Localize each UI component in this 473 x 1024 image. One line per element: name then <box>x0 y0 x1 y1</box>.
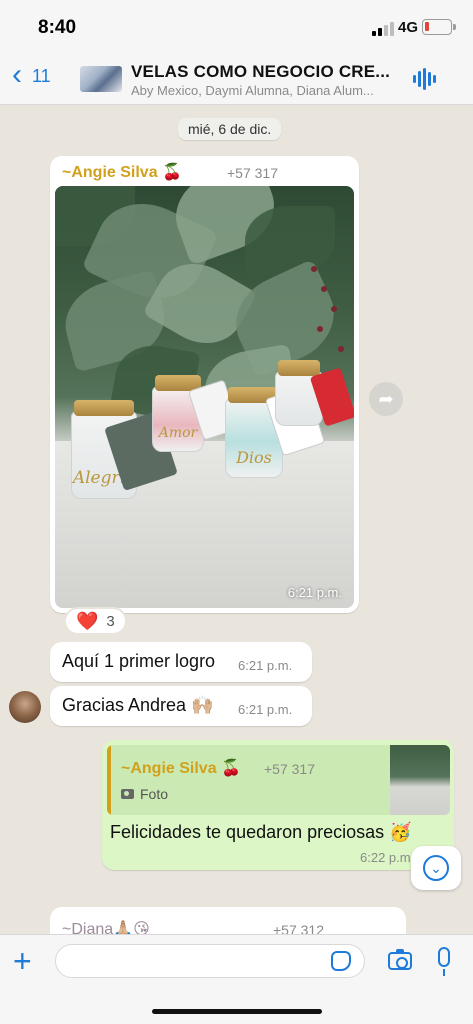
signal-icon <box>372 22 394 36</box>
back-button[interactable]: ‹ 11 <box>12 60 51 90</box>
home-indicator <box>152 1009 322 1014</box>
forward-icon[interactable]: ➦ <box>369 382 403 416</box>
sender-phone: +57 317 <box>227 165 278 181</box>
group-title[interactable]: VELAS COMO NEGOCIO CRE... <box>131 62 390 82</box>
quoted-message[interactable]: ~Angie Silva 🍒 +57 317 Foto <box>107 745 450 815</box>
composer-bar: + <box>0 934 473 1024</box>
message-time: 6:21 p.m. <box>287 585 342 600</box>
photo-message[interactable]: ~Angie Silva 🍒 +57 317 Alegría Amor Dios… <box>50 156 359 613</box>
status-time: 8:40 <box>38 17 77 38</box>
partial-message[interactable]: ~Diana🙏🏼😘 +57 312 <box>50 907 406 934</box>
unread-count: 11 <box>32 65 51 86</box>
message-time: 6:21 p.m. <box>238 702 293 717</box>
message-text: Aquí 1 primer logro <box>62 651 216 671</box>
chat-area[interactable]: mié, 6 de dic. ~Angie Silva 🍒 +57 317 Al… <box>0 106 473 934</box>
sender-name[interactable]: ~Angie Silva 🍒 <box>62 162 182 182</box>
quoted-sender: ~Angie Silva 🍒 <box>121 760 241 777</box>
scroll-down-button[interactable]: ⌄ <box>411 846 461 890</box>
text-message[interactable]: Gracias Andrea 🙌🏼 6:21 p.m. <box>50 686 312 726</box>
chevron-down-icon: ⌄ <box>423 855 449 881</box>
camera-icon <box>121 789 134 799</box>
quoted-type: Foto <box>140 786 169 802</box>
sticker-icon[interactable] <box>331 951 351 971</box>
sender-phone: +57 312 <box>273 922 324 934</box>
chevron-left-icon: ‹ <box>12 58 22 91</box>
avatar[interactable] <box>9 691 41 723</box>
microphone-icon[interactable] <box>438 947 450 976</box>
text-message[interactable]: Aquí 1 primer logro 6:21 p.m. <box>50 642 312 682</box>
quoted-phone: +57 317 <box>264 761 315 777</box>
heart-icon: ❤️ <box>76 610 99 631</box>
group-avatar[interactable] <box>80 66 122 92</box>
quoted-photo-thumbnail <box>390 745 450 815</box>
reply-message[interactable]: ~Angie Silva 🍒 +57 317 Foto Felicidades … <box>102 740 454 870</box>
message-input[interactable] <box>55 944 365 978</box>
plus-icon[interactable]: + <box>13 945 32 977</box>
date-separator: mié, 6 de dic. <box>178 118 282 140</box>
sender-name: ~Diana🙏🏼😘 <box>62 921 150 934</box>
message-text: Gracias Andrea 🙌🏼 <box>62 695 214 715</box>
network-type: 4G <box>398 19 419 36</box>
status-bar: 8:40 4G <box>0 0 473 52</box>
reaction-count: 3 <box>106 612 115 630</box>
audio-wave-icon[interactable] <box>413 68 436 90</box>
candle-jars-photo[interactable]: Alegría Amor Dios 6:21 p.m. <box>55 186 354 608</box>
group-members[interactable]: Aby Mexico, Daymi Alumna, Diana Alum... <box>131 83 374 98</box>
battery-icon <box>422 19 456 35</box>
reaction-badge[interactable]: ❤️ 3 <box>64 607 127 635</box>
message-text: Felicidades te quedaron preciosas 🥳 <box>110 822 412 842</box>
chat-header: ‹ 11 VELAS COMO NEGOCIO CRE... Aby Mexic… <box>0 52 473 105</box>
message-time: 6:22 p.m. <box>360 850 415 865</box>
message-time: 6:21 p.m. <box>238 658 293 673</box>
camera-icon[interactable] <box>388 949 412 970</box>
